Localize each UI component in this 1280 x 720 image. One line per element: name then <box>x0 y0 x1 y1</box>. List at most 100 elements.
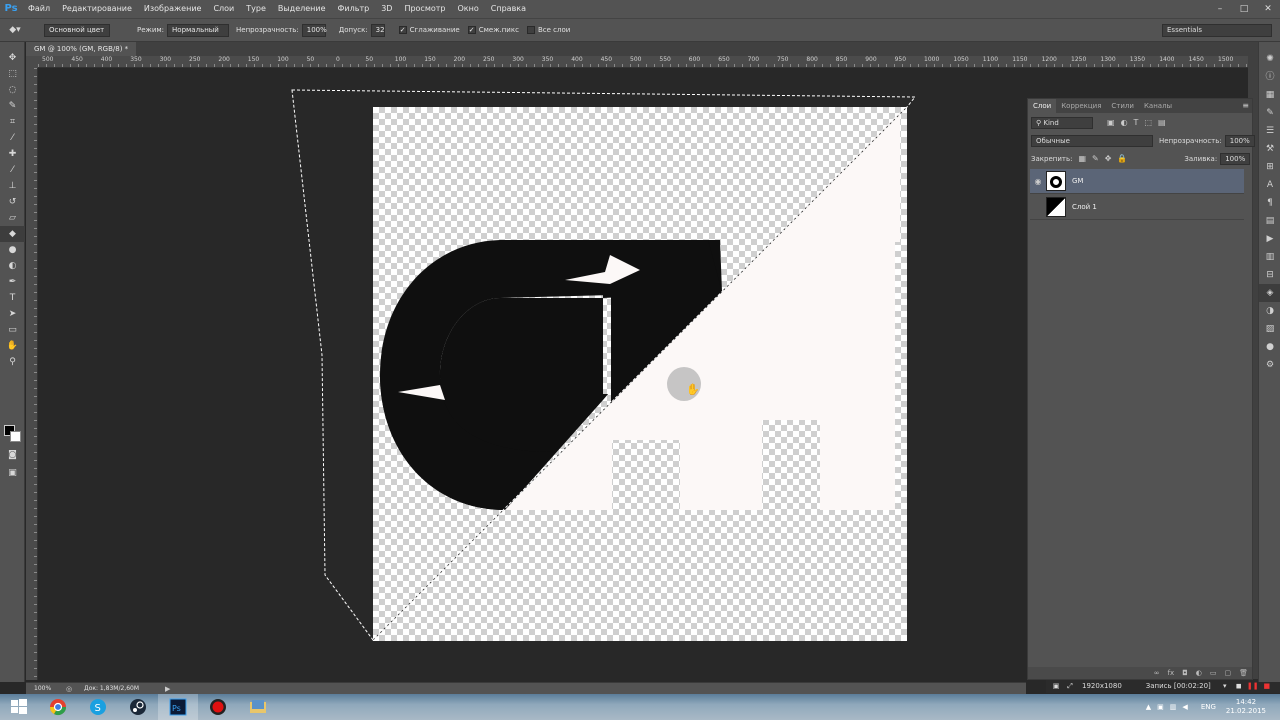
new-layer-icon[interactable]: ▢ <box>1224 669 1231 677</box>
filter-adjustment-icon[interactable]: ◐ <box>1121 118 1128 127</box>
mode-select[interactable]: Нормальный <box>167 23 230 37</box>
workspace-select[interactable]: Essentials <box>1162 24 1272 37</box>
recorder-pause-icon[interactable]: ❚❚ <box>1247 680 1259 692</box>
panel-menu-icon[interactable]: ≡ <box>1242 101 1249 110</box>
maximize-button[interactable]: □ <box>1232 0 1256 18</box>
status-info-icon[interactable]: ◎ <box>66 685 78 693</box>
contiguous-checkbox[interactable]: ✓ Смеж.пикс <box>467 26 519 34</box>
brushes-panel-icon[interactable]: ✎ <box>1259 104 1280 122</box>
color-panel-icon[interactable]: ✺ <box>1259 50 1280 68</box>
tray-network-icon[interactable]: ▥ <box>1170 703 1177 711</box>
channels-panel-icon[interactable]: ◑ <box>1259 302 1280 320</box>
horizontal-ruler[interactable]: 500 450 400 350 300 250 200 150 100 50 0 50 100 150 20… <box>38 56 1248 68</box>
info-panel-icon[interactable]: ⓘ <box>1259 68 1280 86</box>
clone-source-panel-icon[interactable]: ⊞ <box>1259 158 1280 176</box>
lock-position-icon[interactable]: ✥ <box>1105 154 1112 163</box>
tab-adjustments[interactable]: Коррекция <box>1056 99 1106 113</box>
menu-window[interactable]: Окно <box>452 0 485 18</box>
tab-styles[interactable]: Стили <box>1106 99 1139 113</box>
menu-image[interactable]: Изображение <box>138 0 208 18</box>
zoom-tool-icon[interactable]: ⚲ <box>0 354 25 370</box>
history-brush-tool-icon[interactable]: ↺ <box>0 194 25 210</box>
background-color-swatch[interactable] <box>10 431 21 442</box>
dodge-tool-icon[interactable]: ◐ <box>0 258 25 274</box>
blur-tool-icon[interactable]: ● <box>0 242 25 258</box>
character-panel-icon[interactable]: A <box>1259 176 1280 194</box>
menu-filter[interactable]: Фильтр <box>332 0 376 18</box>
minimize-button[interactable]: – <box>1208 0 1232 18</box>
document-canvas[interactable] <box>373 107 907 641</box>
lock-transparent-icon[interactable]: ▦ <box>1078 154 1086 163</box>
quick-mask-icon[interactable]: ◙ <box>0 447 25 463</box>
brush-tool-icon[interactable]: ⁄ <box>0 162 25 178</box>
menu-type[interactable]: Туре <box>240 0 272 18</box>
adjustments-panel-icon[interactable]: ☰ <box>1259 122 1280 140</box>
menu-edit[interactable]: Редактирование <box>56 0 138 18</box>
quick-select-tool-icon[interactable]: ✎ <box>0 98 25 114</box>
healing-tool-icon[interactable]: ✚ <box>0 146 25 162</box>
status-arrow-icon[interactable]: ▶ <box>165 685 170 693</box>
menu-3d[interactable]: 3D <box>375 0 398 18</box>
styles-panel-icon[interactable]: ● <box>1259 338 1280 356</box>
fill-source-select[interactable]: Основной цвет <box>44 23 110 37</box>
tool-presets-panel-icon[interactable]: ⚒ <box>1259 140 1280 158</box>
layer-row-layer1[interactable]: Слой 1 <box>1030 195 1244 220</box>
filter-shape-icon[interactable]: ⬚ <box>1144 118 1152 127</box>
marquee-tool-icon[interactable]: ⬚ <box>0 66 25 82</box>
pen-tool-icon[interactable]: ✒ <box>0 274 25 290</box>
type-tool-icon[interactable]: T <box>0 290 25 306</box>
paragraph-panel-icon[interactable]: ¶ <box>1259 194 1280 212</box>
delete-layer-icon[interactable]: 🗑 <box>1239 669 1248 677</box>
tray-app-icon[interactable]: ▣ <box>1157 703 1164 711</box>
layer-comps-panel-icon[interactable]: ▤ <box>1259 212 1280 230</box>
tab-channels[interactable]: Каналы <box>1139 99 1177 113</box>
swatches-panel-icon[interactable]: ▦ <box>1259 86 1280 104</box>
layer-style-icon[interactable]: fx <box>1168 669 1175 677</box>
paths-panel-icon[interactable]: ▨ <box>1259 320 1280 338</box>
stamp-tool-icon[interactable]: ⊥ <box>0 178 25 194</box>
layers-panel-icon[interactable]: ◈ <box>1259 284 1280 302</box>
shape-tool-icon[interactable]: ▭ <box>0 322 25 338</box>
language-indicator[interactable]: ENG <box>1201 703 1216 711</box>
document-tab[interactable]: GM @ 100% (GM, RGB/8) * <box>26 42 137 56</box>
menu-layers[interactable]: Слои <box>207 0 240 18</box>
start-button[interactable] <box>0 694 38 720</box>
menu-select[interactable]: Выделение <box>272 0 332 18</box>
filter-pixel-icon[interactable]: ▣ <box>1107 118 1115 127</box>
lock-all-icon[interactable]: 🔒 <box>1117 154 1127 163</box>
menu-help[interactable]: Справка <box>485 0 532 18</box>
taskbar-steam-button[interactable] <box>118 694 158 720</box>
tolerance-input[interactable]: 32 <box>370 23 385 37</box>
eyedropper-tool-icon[interactable]: ⁄ <box>0 130 25 146</box>
tray-arrow-icon[interactable]: ▲ <box>1146 703 1151 711</box>
properties-panel-icon[interactable]: ⚙ <box>1259 356 1280 374</box>
taskbar-skype-button[interactable]: S <box>78 694 118 720</box>
lasso-tool-icon[interactable]: ◌ <box>0 82 25 98</box>
screen-mode-icon[interactable]: ▣ <box>0 465 25 481</box>
timeline-panel-icon[interactable]: ⊟ <box>1259 266 1280 284</box>
close-button[interactable]: ✕ <box>1256 0 1280 18</box>
blend-mode-select[interactable]: Обычные <box>1031 134 1153 147</box>
layer-filter-select[interactable]: ⚲ Kind <box>1031 116 1093 129</box>
opacity-input[interactable]: 100% <box>301 23 327 37</box>
taskbar-recorder-button[interactable] <box>198 694 238 720</box>
filter-smart-object-icon[interactable]: ▤ <box>1158 118 1166 127</box>
recorder-resize-icon[interactable]: ⤢ <box>1064 680 1076 692</box>
tab-layers[interactable]: Слои <box>1028 99 1057 113</box>
recorder-screen-icon[interactable]: ▣ <box>1050 680 1062 692</box>
layer-opacity-input[interactable]: 100% <box>1224 134 1255 147</box>
tray-volume-icon[interactable]: ◀ <box>1182 703 1187 711</box>
taskbar-explorer-button[interactable] <box>238 694 278 720</box>
filter-type-icon[interactable]: T <box>1134 118 1139 127</box>
antialias-checkbox[interactable]: ✓ Сглаживание <box>398 26 460 34</box>
layer-row-gm[interactable]: ◉ GM <box>1030 169 1244 194</box>
paint-bucket-tool-preset-icon[interactable]: ◆▾ <box>0 22 30 38</box>
history-panel-icon[interactable]: ▥ <box>1259 248 1280 266</box>
recorder-camera-icon[interactable]: ◼ <box>1233 680 1245 692</box>
menu-view[interactable]: Просмотр <box>398 0 451 18</box>
taskbar-photoshop-button[interactable]: Ps <box>158 694 198 720</box>
taskbar-chrome-button[interactable] <box>38 694 78 720</box>
move-tool-icon[interactable]: ✥ <box>0 50 25 66</box>
menu-file[interactable]: Файл <box>22 0 56 18</box>
hand-tool-icon[interactable]: ✋ <box>0 338 25 354</box>
